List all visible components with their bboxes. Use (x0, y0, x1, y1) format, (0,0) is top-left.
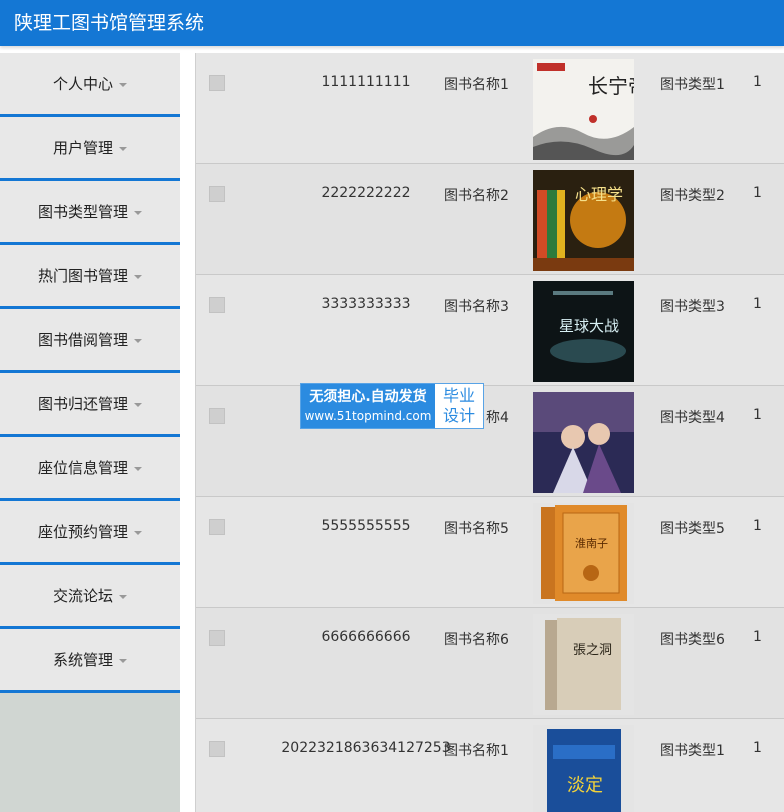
sidebar-item-book-type-management[interactable]: 图书类型管理 (0, 181, 180, 245)
watermark-text-2: 毕业 (442, 386, 475, 405)
book-id: 2022321863634127253 (281, 740, 451, 756)
caret-down-icon (134, 466, 142, 471)
book-cover-image: 張之洞 (533, 614, 634, 715)
watermark-url: www.51topmind.com (304, 409, 432, 423)
book-name: 图书名称2 (444, 188, 509, 204)
table-row: 6666666666 图书名称6 張之洞 图书类型6 1 (196, 608, 784, 719)
sidebar-item-seat-reservation[interactable]: 座位预约管理 (0, 501, 180, 565)
watermark-badge: 无须担心.自动发货 www.51topmind.com 毕业 设计 (300, 383, 484, 429)
book-name: 图书名称3 (444, 299, 509, 315)
book-name: 图书名称1 (444, 743, 509, 759)
cover-title: 淮南子 (575, 537, 608, 550)
book-name: 图书名称6 (444, 632, 509, 648)
book-cover-image (533, 392, 634, 493)
book-name: 图书名称5 (444, 521, 509, 537)
caret-down-icon (119, 594, 127, 599)
book-cover-image: 淮南子 (533, 503, 634, 604)
book-cover-image: 长宁帝军 (533, 59, 634, 160)
cover-title: 星球大战 (559, 317, 619, 335)
row-checkbox[interactable] (209, 519, 225, 535)
caret-down-icon (134, 274, 142, 279)
app-header: 陕理工图书馆管理系统 (0, 0, 784, 46)
table-row: 3333333333 图书名称3 星球大战 图书类型3 1 (196, 275, 784, 386)
caret-down-icon (119, 82, 127, 87)
content-gutter (180, 53, 196, 812)
row-checkbox[interactable] (209, 75, 225, 91)
table-row: 5555555555 图书名称5 淮南子 图书类型5 1 (196, 497, 784, 608)
book-count: 1 (753, 74, 762, 90)
cover-title: 心理学 (575, 185, 623, 204)
cover-title: 張之洞 (573, 643, 612, 658)
watermark-text-1: 无须担心.自动发货 (309, 389, 427, 405)
book-id: 6666666666 (321, 629, 411, 645)
book-id: 3333333333 (321, 296, 411, 312)
sidebar-item-label: 用户管理 (52, 139, 113, 157)
row-checkbox[interactable] (209, 297, 225, 313)
row-checkbox[interactable] (209, 186, 225, 202)
watermark-text-3: 设计 (442, 406, 475, 425)
sidebar-item-return-management[interactable]: 图书归还管理 (0, 373, 180, 437)
sidebar: 个人中心 用户管理 图书类型管理 热门图书管理 图书借阅管理 图书归还管理 座位… (0, 53, 180, 812)
sidebar-item-borrow-management[interactable]: 图书借阅管理 (0, 309, 180, 373)
app-title: 陕理工图书馆管理系统 (14, 12, 205, 34)
table-row: 2022321863634127253 图书名称1 淡定 图书类型1 1 (196, 719, 784, 812)
sidebar-item-label: 座位信息管理 (37, 459, 128, 477)
book-count: 1 (753, 407, 762, 423)
book-name: 图书名称1 (444, 77, 509, 93)
sidebar-item-user-management[interactable]: 用户管理 (0, 117, 180, 181)
book-type: 图书类型6 (660, 632, 725, 648)
book-type: 图书类型1 (660, 77, 725, 93)
book-type: 图书类型3 (660, 299, 725, 315)
book-count: 1 (753, 740, 762, 756)
book-id: 1111111111 (321, 74, 411, 90)
table-row: 4444444444 图书名称4 图书类型4 1 (196, 386, 784, 497)
sidebar-item-popular-books[interactable]: 热门图书管理 (0, 245, 180, 309)
book-cover-image: 心理学 (533, 170, 634, 271)
sidebar-item-label: 热门图书管理 (37, 267, 128, 285)
book-type: 图书类型2 (660, 188, 725, 204)
book-cover-image: 淡定 (533, 725, 634, 812)
book-count: 1 (753, 629, 762, 645)
row-checkbox[interactable] (209, 408, 225, 424)
book-count: 1 (753, 185, 762, 201)
sidebar-item-label: 个人中心 (52, 75, 113, 93)
book-count: 1 (753, 296, 762, 312)
sidebar-item-system-management[interactable]: 系统管理 (0, 629, 180, 693)
caret-down-icon (134, 530, 142, 535)
caret-down-icon (119, 658, 127, 663)
row-checkbox[interactable] (209, 630, 225, 646)
row-checkbox[interactable] (209, 741, 225, 757)
cover-title: 长宁帝军 (588, 74, 634, 98)
book-id: 2222222222 (321, 185, 411, 201)
watermark-left: 无须担心.自动发货 www.51topmind.com (301, 384, 435, 428)
sidebar-item-label: 系统管理 (52, 651, 113, 669)
sidebar-item-label: 图书归还管理 (37, 395, 128, 413)
cover-title: 淡定 (567, 775, 603, 796)
sidebar-item-label: 图书类型管理 (37, 203, 128, 221)
book-type: 图书类型1 (660, 743, 725, 759)
caret-down-icon (134, 210, 142, 215)
book-id: 5555555555 (321, 518, 411, 534)
sidebar-item-personal-center[interactable]: 个人中心 (0, 53, 180, 117)
book-type: 图书类型4 (660, 410, 725, 426)
book-table: 1111111111 图书名称1 长宁帝军 图书类型1 1 2222222222… (195, 53, 784, 812)
watermark-right: 毕业 设计 (435, 384, 483, 428)
table-row: 2222222222 图书名称2 心理学 图书类型2 1 (196, 164, 784, 275)
book-count: 1 (753, 518, 762, 534)
book-cover-image: 星球大战 (533, 281, 634, 382)
sidebar-item-label: 图书借阅管理 (37, 331, 128, 349)
book-type: 图书类型5 (660, 521, 725, 537)
caret-down-icon (119, 146, 127, 151)
caret-down-icon (134, 402, 142, 407)
sidebar-item-forum[interactable]: 交流论坛 (0, 565, 180, 629)
sidebar-item-label: 交流论坛 (52, 587, 113, 605)
table-row: 1111111111 图书名称1 长宁帝军 图书类型1 1 (196, 53, 784, 164)
caret-down-icon (134, 338, 142, 343)
sidebar-item-seat-info[interactable]: 座位信息管理 (0, 437, 180, 501)
sidebar-item-label: 座位预约管理 (37, 523, 128, 541)
